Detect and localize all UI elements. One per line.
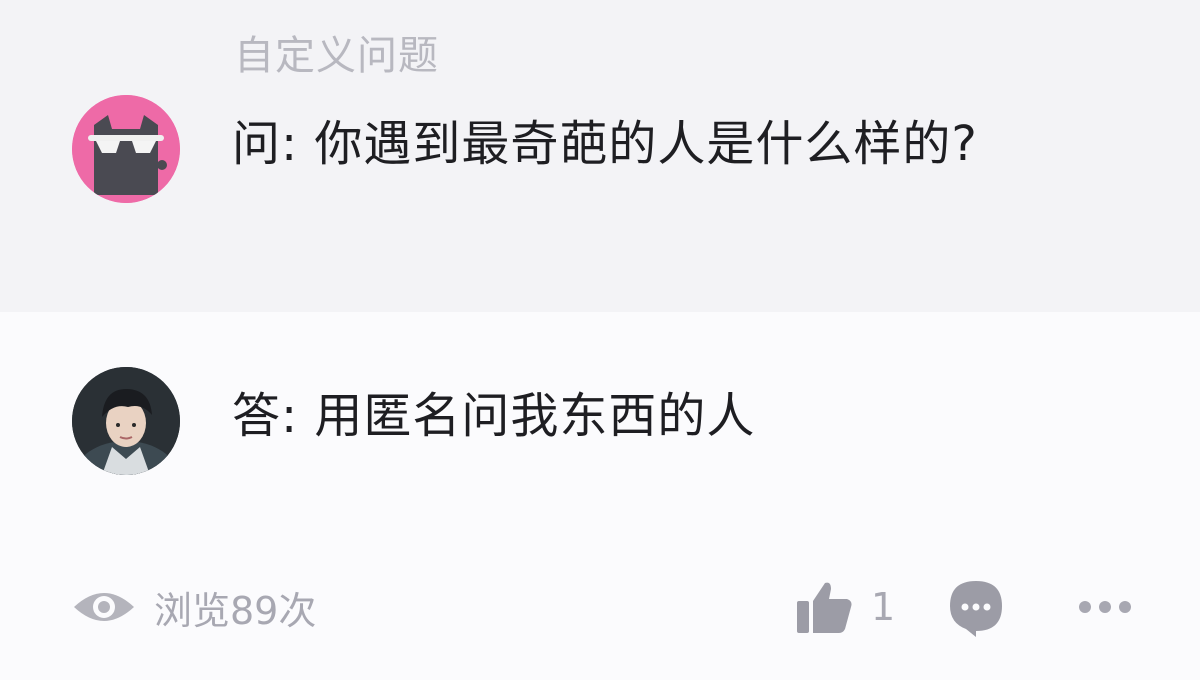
person-avatar-icon: [72, 367, 180, 475]
footer-bar: 浏览89次 1: [0, 565, 1200, 655]
views-counter: 浏览89次: [72, 579, 316, 635]
thumbs-up-icon: [797, 582, 852, 633]
question-text: 问: 你遇到最奇葩的人是什么样的?: [232, 116, 978, 172]
answerer-avatar[interactable]: [72, 367, 180, 475]
answer-row: 答: 用匿名问我东西的人: [0, 312, 1200, 562]
eye-icon: [74, 593, 134, 621]
question-category: 自定义问题: [234, 33, 439, 79]
comment-bubble-icon: [950, 581, 1002, 637]
more-dots-icon: [1079, 601, 1131, 613]
asker-avatar[interactable]: [72, 95, 180, 203]
views-label: 浏览89次: [154, 588, 317, 633]
answer-text: 答: 用匿名问我东西的人: [232, 388, 756, 444]
comment-button[interactable]: [946, 577, 1006, 637]
cat-sunglasses-avatar-icon: [72, 95, 180, 203]
question-card: 自定义问题 问: 你遇到最奇葩的人是什么样的?: [0, 0, 1200, 312]
more-button[interactable]: [1075, 589, 1135, 625]
like-count: 1: [871, 585, 896, 629]
like-button[interactable]: 1: [795, 579, 895, 635]
